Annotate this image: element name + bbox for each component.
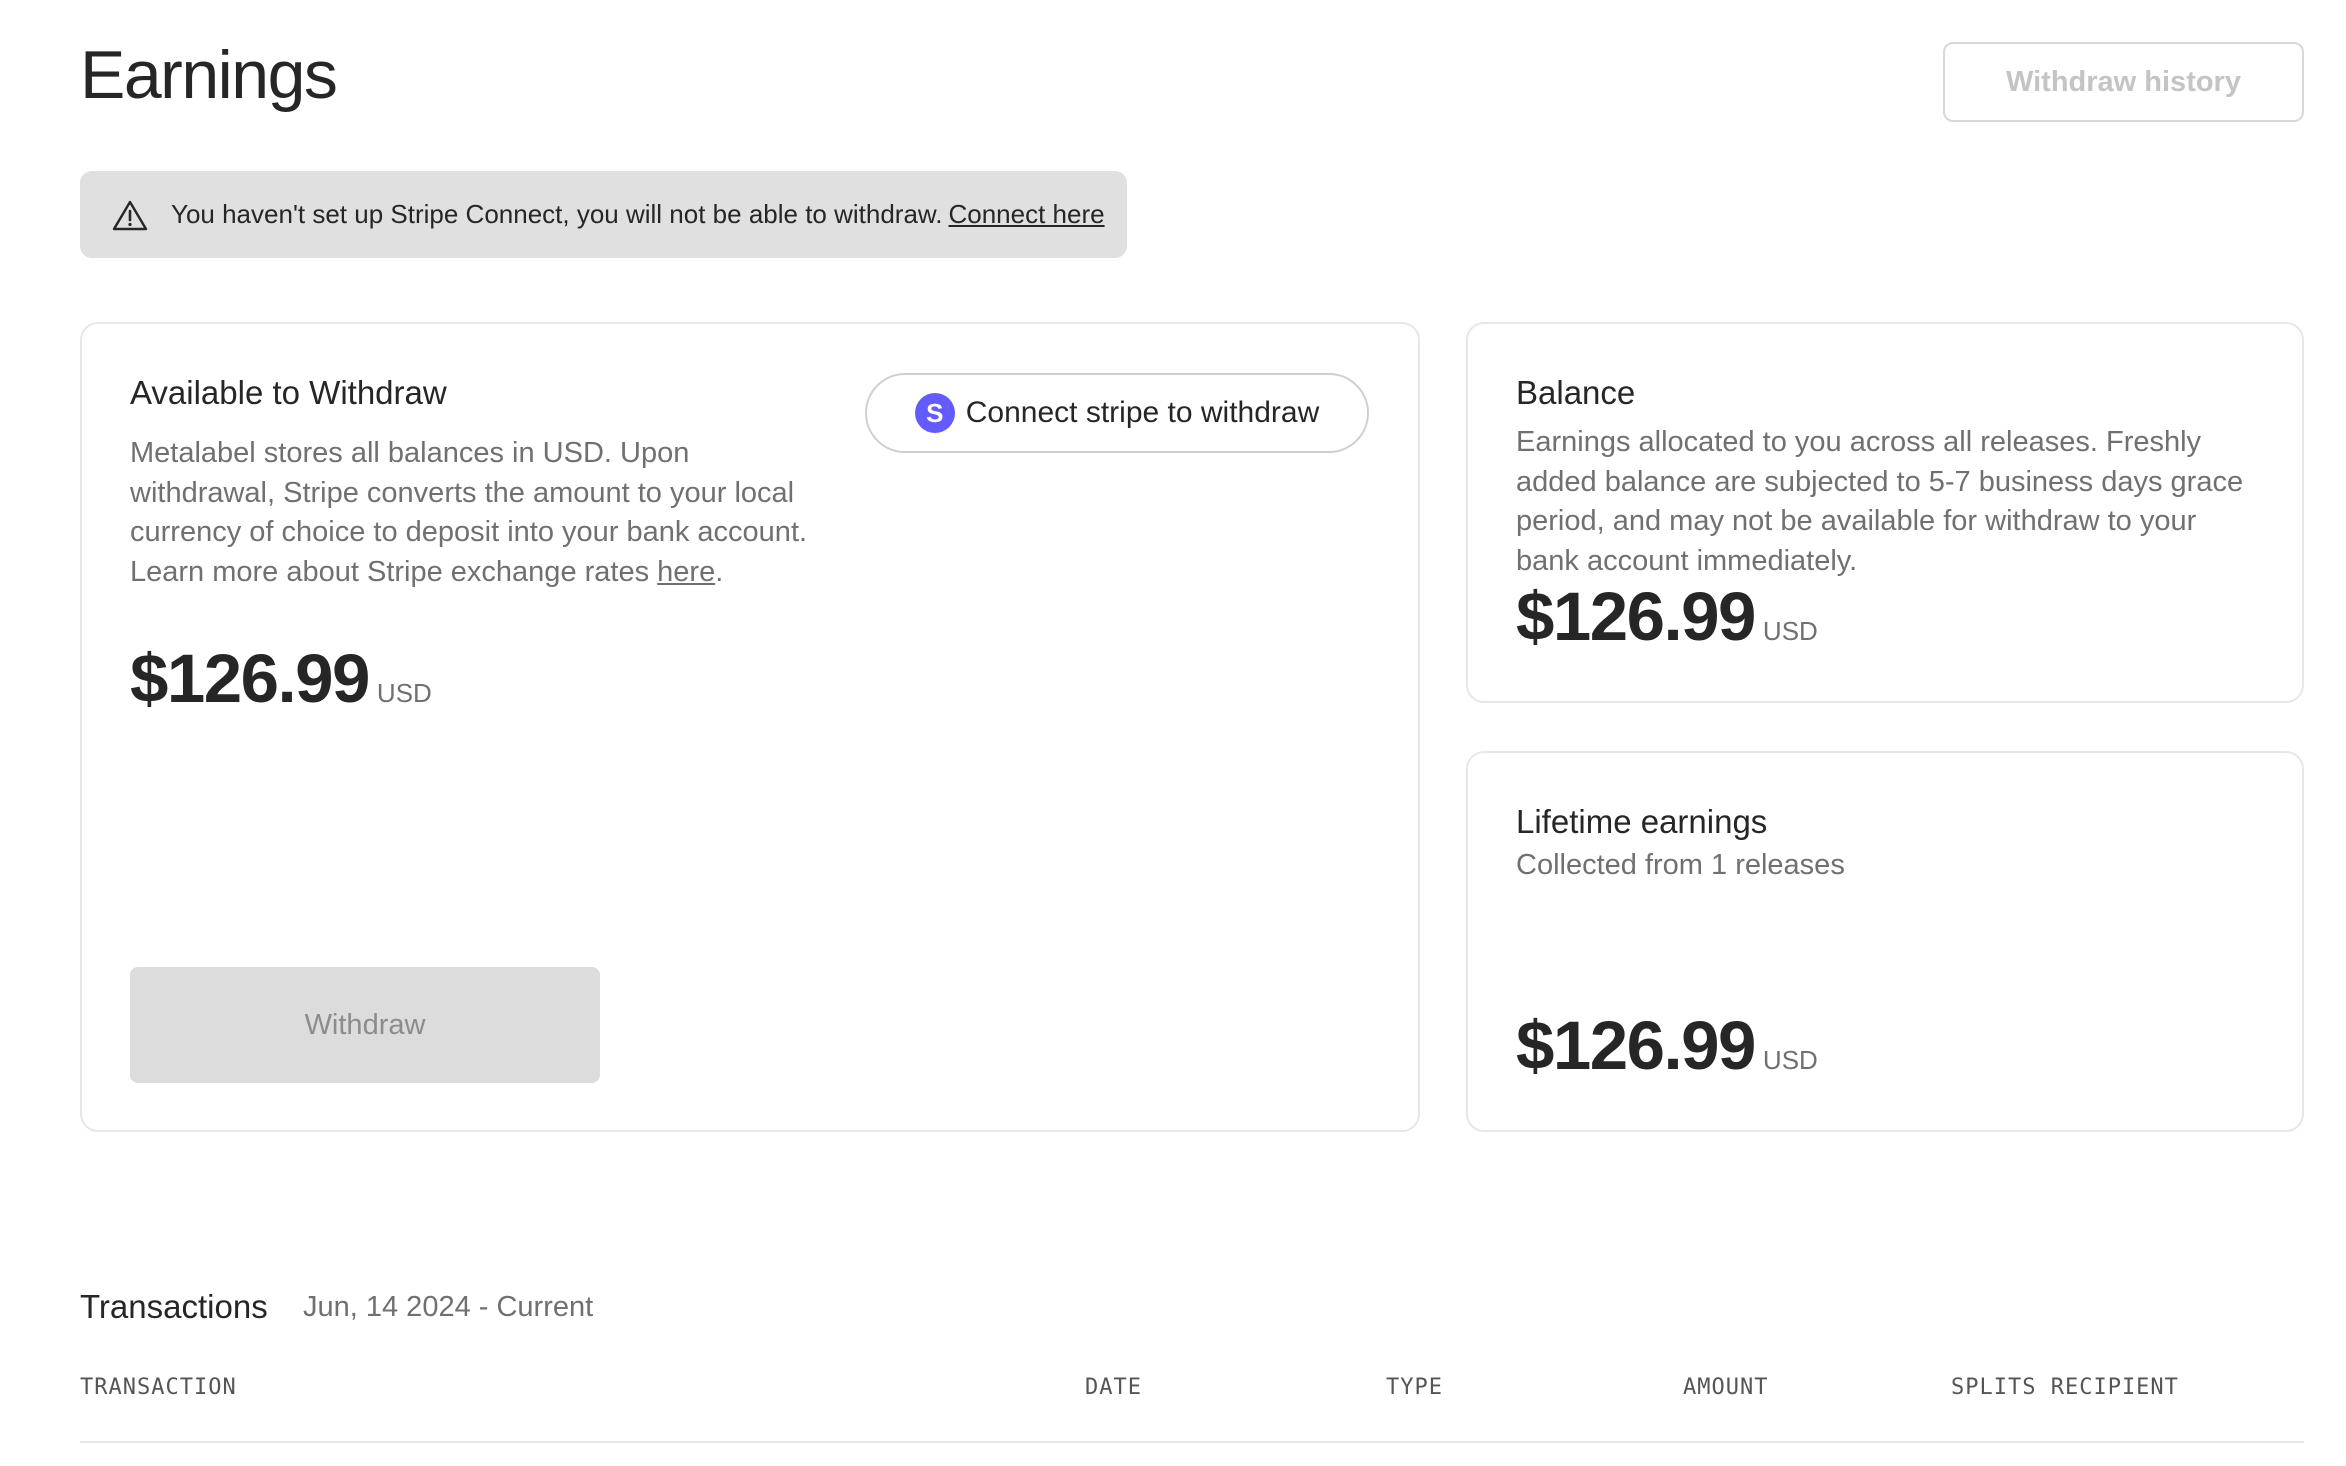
earnings-page: Earnings Withdraw history You haven't se… (0, 0, 2346, 1466)
balance-card: Balance Earnings allocated to you across… (1466, 322, 2304, 703)
column-header-type[interactable]: TYPE (1386, 1375, 1443, 1400)
available-amount: $126.99 USD (130, 639, 432, 718)
connect-here-link[interactable]: Connect here (948, 199, 1104, 230)
column-header-date[interactable]: DATE (1085, 1375, 1142, 1400)
withdraw-button[interactable]: Withdraw (130, 967, 600, 1083)
lifetime-subtitle: Collected from 1 releases (1516, 849, 1845, 881)
balance-amount-currency: USD (1762, 616, 1818, 646)
balance-title: Balance (1516, 374, 1636, 411)
lifetime-title: Lifetime earnings (1516, 803, 1768, 840)
available-amount-currency: USD (376, 678, 432, 708)
stripe-warning-banner: You haven't set up Stripe Connect, you w… (80, 171, 1127, 258)
exchange-rates-link[interactable]: here (657, 556, 715, 588)
withdraw-history-button[interactable]: Withdraw history (1943, 42, 2304, 122)
available-amount-value: $126.99 (130, 640, 370, 717)
balance-description: Earnings allocated to you across all rel… (1516, 426, 2244, 577)
stripe-logo-icon: S (914, 393, 955, 433)
available-to-withdraw-card: Available to Withdraw Metalabel stores a… (80, 322, 1420, 1132)
lifetime-earnings-card: Lifetime earnings Collected from 1 relea… (1466, 751, 2304, 1132)
available-description: Metalabel stores all balances in USD. Up… (130, 437, 808, 588)
table-divider (80, 1441, 2304, 1443)
lifetime-amount-currency: USD (1762, 1045, 1818, 1075)
balance-amount-value: $126.99 (1516, 578, 1756, 655)
transactions-date-range: Jun, 14 2024 - Current (303, 1291, 594, 1323)
column-header-amount[interactable]: AMOUNT (1683, 1375, 1768, 1400)
column-header-transaction[interactable]: TRANSACTION (80, 1375, 237, 1400)
column-header-splits-recipient[interactable]: SPLITS RECIPIENT (1951, 1375, 2179, 1400)
page-title: Earnings (80, 37, 338, 113)
lifetime-amount: $126.99 USD (1516, 1006, 1818, 1085)
balance-amount: $126.99 USD (1516, 577, 1818, 656)
connect-stripe-label: Connect stripe to withdraw (965, 396, 1320, 429)
lifetime-amount-value: $126.99 (1516, 1007, 1756, 1084)
connect-stripe-button[interactable]: S Connect stripe to withdraw (865, 373, 1369, 453)
available-title: Available to Withdraw (130, 374, 447, 411)
warning-triangle-icon (112, 200, 148, 230)
alert-message: You haven't set up Stripe Connect, you w… (171, 199, 943, 229)
transactions-title: Transactions (80, 1288, 268, 1325)
